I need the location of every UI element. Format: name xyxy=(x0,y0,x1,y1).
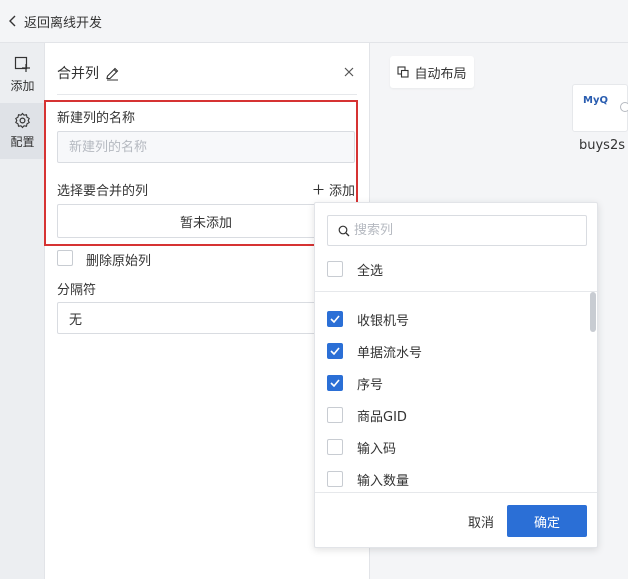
column-search-input[interactable] xyxy=(354,223,574,238)
check-icon xyxy=(330,347,340,355)
dropdown-scrollbar[interactable] xyxy=(590,292,596,332)
column-search[interactable] xyxy=(327,215,587,246)
list-item[interactable]: 商品GID xyxy=(327,405,407,425)
panel-title: 合并列 xyxy=(57,66,99,82)
rail-config-label: 配置 xyxy=(10,135,35,149)
layout-icon xyxy=(397,66,410,78)
item-checkbox[interactable] xyxy=(327,471,343,487)
select-cols-label: 选择要合并的列 xyxy=(57,184,149,199)
rail-add[interactable]: 添加 xyxy=(0,47,45,103)
item-label: 序号 xyxy=(357,377,384,393)
new-col-label: 新建列的名称 xyxy=(57,111,136,126)
item-checkbox[interactable] xyxy=(327,407,343,423)
plus-icon xyxy=(313,184,324,195)
add-column-button[interactable]: 添加 xyxy=(313,180,355,199)
close-icon[interactable] xyxy=(343,66,355,78)
delete-original-checkbox[interactable] xyxy=(57,250,73,266)
item-checkbox[interactable] xyxy=(327,311,343,327)
empty-text: 暂未添加 xyxy=(179,215,232,231)
item-checkbox[interactable] xyxy=(327,439,343,455)
chevron-left-icon xyxy=(9,15,16,27)
column-dropdown: 全选 收银机号 单据流水号 序号 商品GID 输入码 输入数量 取消 确定 xyxy=(314,202,598,548)
search-icon xyxy=(338,225,350,236)
list-item[interactable]: 输入数量 xyxy=(327,469,409,489)
check-icon xyxy=(330,315,340,323)
back-label: 返回离线开发 xyxy=(24,15,103,31)
panel-header: 合并列 xyxy=(57,63,357,83)
rail-add-label: 添加 xyxy=(10,79,35,93)
item-label: 收银机号 xyxy=(357,313,410,329)
confirm-button[interactable]: 确定 xyxy=(507,505,587,537)
node-label: buys2s xyxy=(579,138,626,153)
separator-value: 无 xyxy=(69,312,83,328)
list-item[interactable]: 输入码 xyxy=(327,437,396,457)
item-label: 单据流水号 xyxy=(357,345,423,361)
add-node-icon xyxy=(14,56,30,72)
add-column-label: 添加 xyxy=(329,184,356,199)
node-port[interactable] xyxy=(620,102,628,112)
item-checkbox[interactable] xyxy=(327,375,343,391)
separator-label: 分隔符 xyxy=(57,283,97,298)
footer-divider xyxy=(315,492,597,493)
auto-layout-label: 自动布局 xyxy=(414,66,467,82)
delete-original-label: 删除原始列 xyxy=(86,254,152,269)
check-icon xyxy=(330,379,340,387)
list-item[interactable]: 单据流水号 xyxy=(327,341,422,361)
select-all-row[interactable]: 全选 xyxy=(327,259,383,279)
edit-icon[interactable] xyxy=(105,66,120,81)
list-item[interactable]: 序号 xyxy=(327,373,383,393)
select-all-checkbox[interactable] xyxy=(327,261,343,277)
selected-columns-box[interactable]: 暂未添加 xyxy=(57,204,355,238)
item-checkbox[interactable] xyxy=(327,343,343,359)
select-all-label: 全选 xyxy=(357,263,384,279)
separator-select[interactable]: 无 xyxy=(57,302,355,334)
item-label: 输入码 xyxy=(357,441,397,457)
item-label: 输入数量 xyxy=(357,473,410,489)
top-bar: 返回离线开发 xyxy=(0,0,628,43)
back-button[interactable]: 返回离线开发 xyxy=(8,12,102,31)
item-label: 商品GID xyxy=(357,409,407,425)
panel-divider xyxy=(57,94,357,95)
new-col-input[interactable] xyxy=(57,131,355,163)
auto-layout-button[interactable]: 自动布局 xyxy=(390,56,474,88)
rail-config[interactable]: 配置 xyxy=(0,103,45,159)
left-rail: 添加 配置 xyxy=(0,43,45,579)
list-item[interactable]: 收银机号 xyxy=(327,309,409,329)
mysql-logo: MyQ xyxy=(583,95,608,106)
dropdown-divider xyxy=(315,291,597,292)
gear-icon xyxy=(15,112,30,129)
